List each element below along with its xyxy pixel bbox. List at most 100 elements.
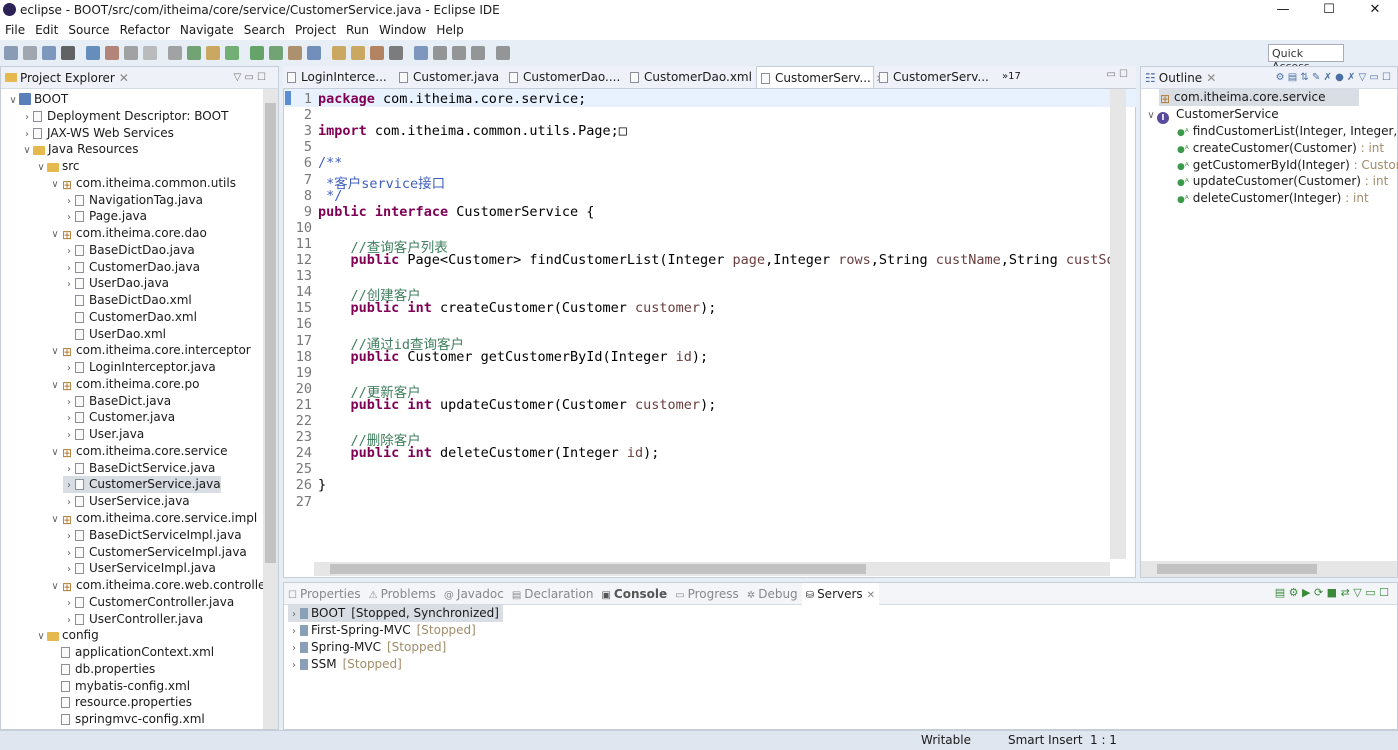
chevron-down-icon[interactable]: ∨ xyxy=(7,92,19,109)
menu-edit[interactable]: Edit xyxy=(30,23,63,37)
server-item[interactable]: › SSM [Stopped] xyxy=(288,656,406,673)
tree-item[interactable]: mybatis-config.xml xyxy=(49,678,190,695)
tree-item[interactable]: CustomerDao.xml xyxy=(63,309,197,326)
chevron-right-icon[interactable]: › xyxy=(63,209,75,226)
chevron-right-icon[interactable]: › xyxy=(63,260,75,277)
toolbar-button-icon[interactable] xyxy=(332,46,346,60)
chevron-right-icon[interactable]: › xyxy=(21,126,33,143)
tree-item[interactable]: db.properties xyxy=(49,661,155,678)
tree-item[interactable]: applicationContext.xml xyxy=(49,644,214,661)
toolbar-button-icon[interactable] xyxy=(4,46,18,60)
tree-item[interactable]: › UserServiceImpl.java xyxy=(63,560,216,577)
tree-item[interactable]: › User.java xyxy=(63,426,144,443)
tree-item[interactable]: › UserController.java xyxy=(63,611,203,628)
toolbar-button-icon[interactable] xyxy=(288,46,302,60)
chevron-down-icon[interactable]: ∨ xyxy=(49,578,61,595)
chevron-right-icon[interactable]: › xyxy=(21,109,33,126)
editor-tab[interactable]: CustomerDao.xml xyxy=(626,66,752,88)
chevron-down-icon[interactable]: ∨ xyxy=(35,159,47,176)
view-menu-icons[interactable]: ▽ ▭ ☐ xyxy=(234,72,266,83)
tree-item[interactable]: › BaseDictServiceImpl.java xyxy=(63,527,242,544)
server-item[interactable]: › First-Spring-MVC [Stopped] xyxy=(288,622,480,639)
chevron-right-icon[interactable]: › xyxy=(288,623,300,640)
close-icon[interactable]: ✕ xyxy=(867,590,875,601)
tree-item[interactable]: › LoginInterceptor.java xyxy=(63,359,216,376)
toolbar-button-icon[interactable] xyxy=(105,46,119,60)
editor-tab[interactable]: LoginInterce... xyxy=(283,66,395,88)
menu-project[interactable]: Project xyxy=(290,23,341,37)
outline-method[interactable]: ●ᴬ deleteCustomer(Integer) : int xyxy=(1177,190,1369,207)
toolbar-button-icon[interactable] xyxy=(124,46,138,60)
editor-vscrollbar[interactable] xyxy=(1110,89,1126,559)
tree-item[interactable]: BaseDictDao.xml xyxy=(63,292,192,309)
outline-interface[interactable]: ∨ I CustomerService xyxy=(1145,106,1279,124)
menu-refactor[interactable]: Refactor xyxy=(115,23,175,37)
outline-toolbar-icons[interactable]: ⚙ ▤ ⇅ ✎ ✗ ● ✗ ▽ ▭ ☐ xyxy=(1276,72,1391,83)
chevron-right-icon[interactable]: › xyxy=(63,243,75,260)
tree-item[interactable]: resource.properties xyxy=(49,694,192,711)
outline-method[interactable]: ●ᴬ updateCustomer(Customer) : int xyxy=(1177,173,1388,190)
chevron-right-icon[interactable]: › xyxy=(63,394,75,411)
editor-min-max-icons[interactable]: ▭ ☐ xyxy=(1106,69,1128,80)
menu-navigate[interactable]: Navigate xyxy=(175,23,239,37)
tab-problems[interactable]: ⚠ Problems xyxy=(365,583,440,605)
outline-hscrollbar[interactable] xyxy=(1141,561,1397,577)
chevron-down-icon[interactable]: ∨ xyxy=(35,628,47,645)
tree-item[interactable]: ∨ ⊞ com.itheima.core.web.controller xyxy=(49,577,263,594)
tree-item[interactable]: › Deployment Descriptor: BOOT xyxy=(21,108,228,125)
tab-servers[interactable]: ⛁ Servers ✕ xyxy=(801,582,880,605)
toolbar-button-icon[interactable] xyxy=(168,46,182,60)
servers-toolbar-icons[interactable]: ▤ ⚙ ▶ ⟳ ■ ⇄ ▽ ▭ ☐ xyxy=(1275,586,1389,599)
chevron-right-icon[interactable]: › xyxy=(63,528,75,545)
toolbar-button-icon[interactable] xyxy=(42,46,56,60)
tree-item[interactable]: ∨ BOOT xyxy=(7,91,68,108)
editor-hscrollbar[interactable] xyxy=(314,562,1110,576)
tree-item[interactable]: › UserDao.java xyxy=(63,275,169,292)
chevron-right-icon[interactable]: › xyxy=(288,606,300,623)
tree-item[interactable]: › BaseDict.java xyxy=(63,393,171,410)
tree-item[interactable]: ∨ Java Resources xyxy=(21,141,138,158)
tab-declaration[interactable]: ▤ Declaration xyxy=(508,583,598,605)
explorer-title[interactable]: Project Explorer xyxy=(20,71,115,85)
tree-item[interactable]: springmvc-config.xml xyxy=(49,711,205,728)
chevron-right-icon[interactable]: › xyxy=(63,360,75,377)
tab-properties[interactable]: ☐ Properties xyxy=(284,583,365,605)
chevron-down-icon[interactable]: ∨ xyxy=(49,511,61,528)
chevron-right-icon[interactable]: › xyxy=(63,612,75,629)
menu-file[interactable]: File xyxy=(0,23,30,37)
chevron-right-icon[interactable]: › xyxy=(288,640,300,657)
editor-tab[interactable]: CustomerServ...✕ xyxy=(756,66,884,88)
chevron-right-icon[interactable]: › xyxy=(63,477,75,494)
tree-item[interactable]: ∨ src xyxy=(35,158,79,176)
chevron-down-icon[interactable]: ∨ xyxy=(49,226,61,243)
toolbar-button-icon[interactable] xyxy=(370,46,384,60)
chevron-right-icon[interactable]: › xyxy=(63,595,75,612)
menu-help[interactable]: Help xyxy=(431,23,468,37)
close-button[interactable]: ✕ xyxy=(1352,0,1398,20)
quick-access-input[interactable]: Quick Access xyxy=(1268,44,1344,73)
chevron-right-icon[interactable]: › xyxy=(63,461,75,478)
chevron-down-icon[interactable]: ∨ xyxy=(49,444,61,461)
server-item[interactable]: › BOOT [Stopped, Synchronized] xyxy=(288,605,503,622)
tree-item[interactable]: ∨ config xyxy=(35,627,98,645)
chevron-down-icon[interactable]: ∨ xyxy=(1145,107,1157,124)
explorer-scrollbar[interactable] xyxy=(263,89,278,729)
chevron-right-icon[interactable]: › xyxy=(288,657,300,674)
chevron-down-icon[interactable]: ∨ xyxy=(49,176,61,193)
chevron-down-icon[interactable]: ∨ xyxy=(49,343,61,360)
close-icon[interactable]: ✕ xyxy=(1206,71,1216,85)
outline-method[interactable]: ●ᴬgetCustomerById(Integer) : Customer xyxy=(1177,157,1398,174)
chevron-down-icon[interactable]: ∨ xyxy=(21,142,33,159)
toolbar-button-icon[interactable] xyxy=(143,46,157,60)
toolbar-button-icon[interactable] xyxy=(471,46,485,60)
menu-window[interactable]: Window xyxy=(374,23,431,37)
maximize-button[interactable]: ☐ xyxy=(1306,0,1352,20)
tab-javadoc[interactable]: @ Javadoc xyxy=(440,583,508,605)
toolbar-button-icon[interactable] xyxy=(86,46,100,60)
server-item[interactable]: › Spring-MVC [Stopped] xyxy=(288,639,450,656)
tree-item[interactable]: ∨ ⊞ com.itheima.core.po xyxy=(49,376,199,393)
toolbar-button-icon[interactable] xyxy=(206,46,220,60)
outline-package[interactable]: ⊞ com.itheima.core.service xyxy=(1159,89,1359,106)
outline-title[interactable]: Outline xyxy=(1159,71,1202,85)
chevron-right-icon[interactable]: › xyxy=(63,193,75,210)
